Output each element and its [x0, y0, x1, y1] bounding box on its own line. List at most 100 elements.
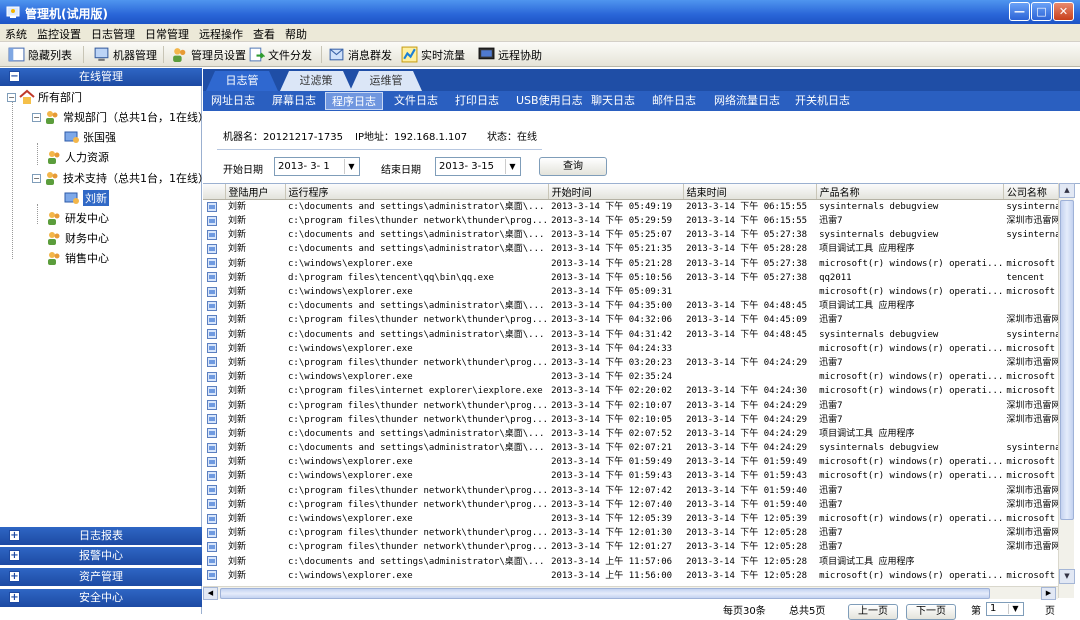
col-program[interactable]: 运行程序	[285, 184, 549, 200]
table-row[interactable]: 刘新 c:\program files\thunder network\thund…	[203, 526, 1074, 540]
table-row[interactable]: 刘新 c:\program files\thunder network\thund…	[203, 356, 1074, 370]
scroll-up-icon[interactable]: ▲	[1059, 183, 1075, 198]
table-row[interactable]: 刘新 c:\documents and settings\administrato…	[203, 427, 1074, 441]
table-row[interactable]: 刘新 c:\program files\thunder network\thund…	[203, 398, 1074, 412]
table-row[interactable]: 刘新 c:\windows\explorer.exe 2013-3-14 下午 05…	[203, 257, 1074, 271]
tab-screen-log[interactable]: 屏幕日志	[266, 92, 322, 110]
online-management-header[interactable]: − 在线管理	[0, 68, 202, 86]
tab-program-log[interactable]: 程序日志	[325, 92, 383, 110]
table-row[interactable]: 刘新 c:\documents and settings\administrato…	[203, 328, 1074, 342]
table-row[interactable]: 刘新 c:\windows\explorer.exe 2013-3-14 下午 12…	[203, 512, 1074, 526]
table-row[interactable]: 刘新 c:\windows\explorer.exe 2013-3-14 下午 02…	[203, 370, 1074, 384]
query-button[interactable]: 查询	[539, 157, 607, 176]
start-date-picker[interactable]: 2013- 3- 1 ▼	[274, 157, 360, 176]
col-product[interactable]: 产品名称	[816, 184, 1004, 200]
tab-chat-log[interactable]: 聊天日志	[585, 92, 641, 110]
table-row[interactable]: 刘新 c:\windows\explorer.exe 2013-3-14 下午 05…	[203, 285, 1074, 299]
file-distribution-button[interactable]: 文件分发	[248, 45, 312, 64]
security-center-section[interactable]: + 安全中心	[0, 589, 202, 607]
menu-system[interactable]: 系统	[0, 24, 32, 42]
tab-ops-management[interactable]: 运维管理	[350, 71, 422, 91]
tab-print-log[interactable]: 打印日志	[449, 92, 505, 110]
scroll-thumb[interactable]	[1060, 200, 1074, 520]
table-row[interactable]: 刘新 c:\program files\internet explorer\iex…	[203, 384, 1074, 398]
table-row[interactable]: 刘新 c:\program files\thunder network\thund…	[203, 484, 1074, 498]
scroll-left-icon[interactable]: ◀	[203, 587, 218, 600]
tree-node-hr[interactable]: 人力资源	[46, 148, 109, 166]
row-icon-cell	[203, 427, 225, 441]
hide-list-button[interactable]: 隐藏列表	[8, 45, 72, 64]
menu-monitor-settings[interactable]: 监控设置	[32, 24, 86, 42]
tree-node-all-departments[interactable]: − 所有部门	[7, 88, 82, 106]
menu-help[interactable]: 帮助	[280, 24, 312, 42]
collapse-icon[interactable]: −	[32, 173, 41, 183]
menu-view[interactable]: 查看	[248, 24, 280, 42]
minimize-button[interactable]: —	[1009, 2, 1030, 21]
tree-node-tech-support[interactable]: − 技术支持（总共1台，1在线）	[32, 169, 209, 187]
table-row[interactable]: 刘新 c:\windows\explorer.exe 2013-3-14 下午 04…	[203, 342, 1074, 356]
tab-file-log[interactable]: 文件日志	[388, 92, 444, 110]
tab-filter-policy[interactable]: 过滤策略	[280, 71, 352, 91]
table-row[interactable]: 刘新 c:\windows\explorer.exe 2013-3-14 下午 01…	[203, 455, 1074, 469]
cell-user: 刘新	[228, 542, 247, 553]
table-row[interactable]: 刘新 c:\program files\thunder network\thund…	[203, 413, 1074, 427]
machine-management-button[interactable]: 机器管理	[93, 45, 157, 64]
next-page-button[interactable]: 下一页	[906, 604, 956, 620]
table-row[interactable]: 刘新 c:\documents and settings\administrato…	[203, 228, 1074, 242]
realtime-traffic-button[interactable]: 实时流量	[401, 45, 465, 64]
table-row[interactable]: 刘新 c:\windows\explorer.exe 2013-3-14 下午 01…	[203, 469, 1074, 483]
table-row[interactable]: 刘新 c:\documents and settings\administrato…	[203, 299, 1074, 313]
tree-node-user-zhang[interactable]: 张国强	[64, 128, 116, 146]
horizontal-scrollbar[interactable]: ◀ ▶	[203, 586, 1058, 600]
log-report-section[interactable]: + 日志报表	[0, 527, 202, 545]
scroll-down-icon[interactable]: ▼	[1059, 569, 1075, 584]
tab-usb-log[interactable]: USB使用日志	[510, 92, 589, 110]
tab-url-log[interactable]: 网址日志	[205, 92, 261, 110]
row-icon-cell	[203, 342, 225, 356]
remote-icon	[478, 47, 495, 60]
prev-page-button[interactable]: 上一页	[848, 604, 898, 620]
table-row[interactable]: 刘新 c:\program files\thunder network\thund…	[203, 214, 1074, 228]
col-end-time[interactable]: 结束时间	[683, 184, 817, 200]
tree-node-user-liu[interactable]: 刘新	[64, 189, 109, 207]
tab-mail-log[interactable]: 邮件日志	[646, 92, 702, 110]
chevron-down-icon[interactable]: ▼	[505, 159, 519, 174]
table-row[interactable]: 刘新 c:\program files\thunder network\thund…	[203, 498, 1074, 512]
tree-node-finance[interactable]: 财务中心	[46, 229, 109, 247]
scroll-right-icon[interactable]: ▶	[1041, 587, 1056, 600]
remote-assist-button[interactable]: 远程协助	[478, 45, 542, 64]
alarm-center-section[interactable]: + 报警中心	[0, 547, 202, 565]
message-broadcast-button[interactable]: 消息群发	[328, 45, 392, 64]
tab-traffic-log[interactable]: 网络流量日志	[708, 92, 786, 110]
tree-node-regular-dept[interactable]: − 常规部门（总共1台，1在线）	[32, 108, 209, 126]
table-row[interactable]: 刘新 c:\documents and settings\administrato…	[203, 555, 1074, 569]
collapse-icon[interactable]: −	[32, 112, 41, 122]
table-row[interactable]: 刘新 c:\program files\thunder network\thund…	[203, 540, 1074, 554]
tree-node-sales[interactable]: 销售中心	[46, 249, 109, 267]
admin-settings-button[interactable]: 管理员设置	[171, 45, 246, 64]
chevron-down-icon[interactable]: ▼	[344, 159, 358, 174]
col-start-time[interactable]: 开始时间	[548, 184, 684, 200]
tree-node-rd[interactable]: 研发中心	[46, 209, 109, 227]
table-row[interactable]: 刘新 c:\documents and settings\administrato…	[203, 441, 1074, 455]
collapse-icon[interactable]: −	[7, 92, 16, 102]
menu-log-management[interactable]: 日志管理	[86, 24, 140, 42]
table-row[interactable]: 刘新 c:\documents and settings\administrato…	[203, 242, 1074, 256]
end-date-picker[interactable]: 2013- 3-15 ▼	[435, 157, 521, 176]
close-button[interactable]: ✕	[1053, 2, 1074, 21]
asset-management-section[interactable]: + 资产管理	[0, 568, 202, 586]
table-row[interactable]: 刘新 c:\program files\thunder network\thund…	[203, 313, 1074, 327]
tab-log-management[interactable]: 日志管理	[206, 71, 278, 91]
tab-power-log[interactable]: 开关机日志	[789, 92, 856, 110]
table-row[interactable]: 刘新 d:\program files\tencent\qq\bin\qq.exe…	[203, 271, 1074, 285]
table-row[interactable]: 刘新 c:\documents and settings\administrato…	[203, 200, 1074, 215]
chevron-down-icon[interactable]: ▼	[1008, 604, 1022, 614]
menu-remote-operation[interactable]: 远程操作	[194, 24, 248, 42]
scroll-thumb[interactable]	[220, 588, 990, 599]
col-user[interactable]: 登陆用户	[225, 184, 286, 200]
table-row[interactable]: 刘新 c:\windows\explorer.exe 2013-3-14 上午 11…	[203, 569, 1074, 583]
vertical-scrollbar[interactable]: ▲ ▼	[1058, 183, 1075, 598]
maximize-button[interactable]: □	[1031, 2, 1052, 21]
start-date-value: 2013- 3- 1	[278, 161, 330, 172]
menu-daily-management[interactable]: 日常管理	[140, 24, 194, 42]
